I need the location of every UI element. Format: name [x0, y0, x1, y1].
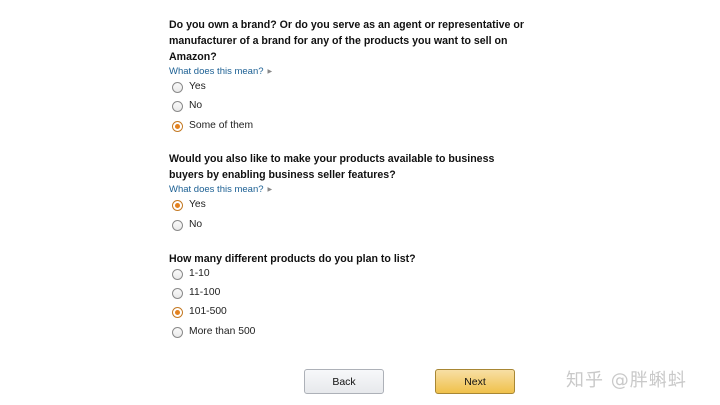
question-product-count-title: How many different products do you plan …	[169, 253, 416, 265]
help-link-business-features[interactable]: What does this mean? ▶	[169, 184, 272, 196]
radio-option-business-yes[interactable]: Yes	[172, 197, 206, 213]
radio-option-count-11-100[interactable]: 11-100	[172, 285, 220, 301]
radio-option-label: 1-10	[189, 268, 210, 279]
help-link-label[interactable]: What does this mean?	[169, 66, 264, 77]
radio-option-brand-yes[interactable]: Yes	[172, 79, 206, 95]
radio-option-label: Yes	[189, 199, 206, 210]
radio-button[interactable]	[172, 268, 183, 280]
question-brand-ownership-title: Do you own a brand? Or do you serve as a…	[169, 19, 524, 63]
caret-right-icon: ▶	[267, 187, 273, 193]
radio-button[interactable]	[172, 326, 183, 338]
question-business-features-title: Would you also like to make your product…	[169, 153, 495, 181]
next-button[interactable]: Next	[435, 369, 515, 394]
radio-button-selected[interactable]	[172, 306, 183, 318]
seller-registration-form: Do you own a brand? Or do you serve as a…	[0, 0, 720, 405]
back-button[interactable]: Back	[304, 369, 384, 394]
radio-option-brand-no[interactable]: No	[172, 98, 202, 114]
radio-option-label: More than 500	[189, 326, 256, 337]
radio-option-brand-some[interactable]: Some of them	[172, 118, 253, 134]
radio-button[interactable]	[172, 287, 183, 299]
radio-option-count-101-500[interactable]: 101-500	[172, 304, 227, 320]
radio-option-count-1-10[interactable]: 1-10	[172, 266, 210, 282]
radio-button-selected[interactable]	[172, 120, 183, 132]
radio-option-business-no[interactable]: No	[172, 217, 202, 233]
radio-option-label: 101-500	[189, 306, 227, 317]
radio-option-label: Some of them	[189, 120, 254, 131]
help-link-label[interactable]: What does this mean?	[169, 184, 264, 195]
radio-button[interactable]	[172, 81, 183, 93]
radio-button[interactable]	[172, 100, 183, 112]
radio-button-selected[interactable]	[172, 199, 183, 211]
radio-option-label: Yes	[189, 81, 206, 92]
radio-option-count-more-than-500[interactable]: More than 500	[172, 324, 255, 340]
radio-button[interactable]	[172, 219, 183, 231]
radio-option-label: 11-100	[189, 287, 221, 298]
zhihu-watermark: 知乎 @胖蝌蚪	[566, 370, 687, 391]
caret-right-icon: ▶	[267, 69, 273, 75]
help-link-brand-ownership[interactable]: What does this mean? ▶	[169, 66, 272, 78]
radio-option-label: No	[189, 100, 203, 111]
radio-option-label: No	[189, 219, 203, 230]
